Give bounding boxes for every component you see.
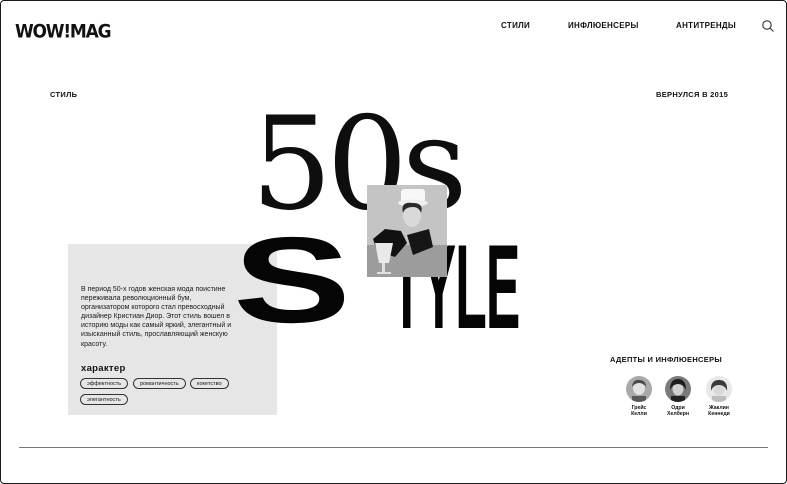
person-grace-kelly[interactable]: Грейс Келли (617, 376, 661, 417)
divider (19, 447, 768, 448)
search-icon[interactable] (761, 19, 775, 33)
tag-effectiveness[interactable]: эффектность (80, 378, 129, 389)
character-title: характер (81, 363, 126, 374)
nav-item-antitrends[interactable]: АНТИТРЕНДЫ (676, 21, 736, 30)
main-nav: СТИЛИ ИНФЛЮЕНСЕРЫ АНТИТРЕНДЫ (501, 21, 770, 33)
person-name: Одри Хелберн (667, 405, 689, 418)
returned-label: ВЕРНУЛСЯ В 2015 (656, 90, 729, 99)
avatar (706, 376, 732, 402)
hero-photo (367, 185, 447, 277)
nav-item-styles[interactable]: СТИЛИ (501, 21, 530, 30)
nav-item-influencers[interactable]: ИНФЛЮЕНСЕРЫ (568, 21, 639, 30)
tag-coquetry[interactable]: кокетство (190, 378, 229, 389)
adepts-title: АДЕПТЫ И ИНФЛЮЕНСЕРЫ (610, 355, 723, 364)
hero-letter-s: S (233, 212, 351, 348)
person-audrey-hepburn[interactable]: Одри Хелберн (656, 376, 700, 417)
avatar (626, 376, 652, 402)
page: WOW!MAG СТИЛИ ИНФЛЮЕНСЕРЫ АНТИТРЕНДЫ СТИ… (0, 0, 787, 484)
category-label: СТИЛЬ (50, 90, 78, 99)
description-text: В период 50-х годов женская мода поистин… (81, 286, 232, 348)
logo[interactable]: WOW!MAG (15, 21, 112, 43)
person-name: Жаклин Кеннеди (708, 405, 730, 418)
person-jacqueline-kennedy[interactable]: Жаклин Кеннеди (697, 376, 741, 417)
avatar (665, 376, 691, 402)
tag-romanticism[interactable]: романтичность (133, 378, 186, 389)
tag-elegance[interactable]: элегантность (80, 394, 128, 405)
person-name: Грейс Келли (631, 405, 647, 418)
